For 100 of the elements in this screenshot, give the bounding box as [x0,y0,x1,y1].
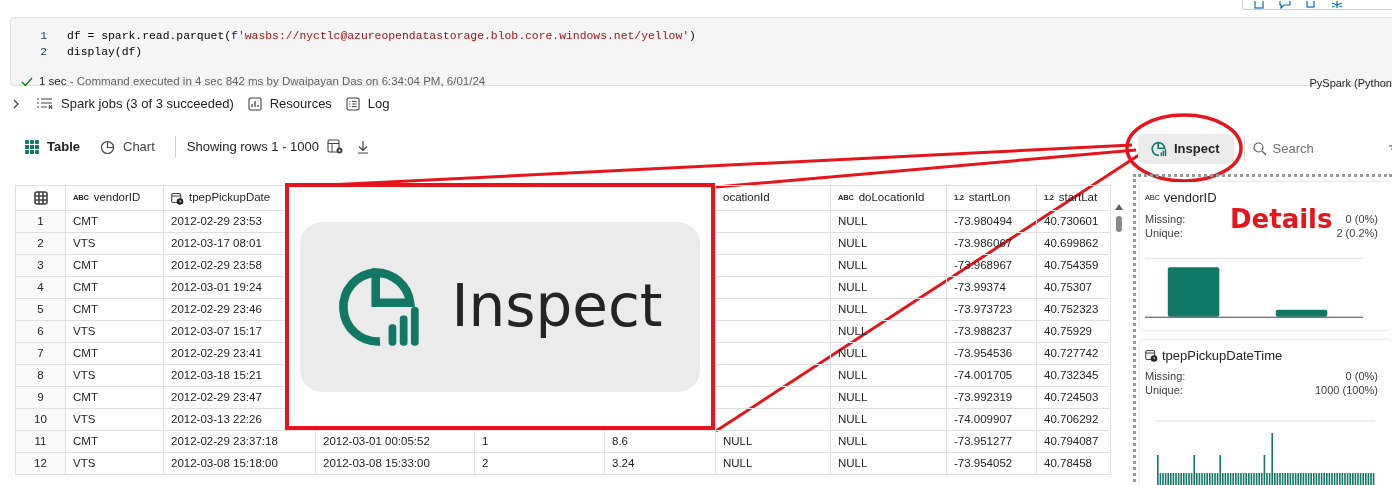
table-cell: CMT [73,258,98,271]
table-cell: 40.754359 [1044,258,1099,271]
stat-value: 1000 (100%) [1315,383,1378,397]
row-number: 10 [34,412,47,425]
table-cell: CMT [73,214,98,227]
table-cell: 8.6 [612,434,628,447]
row-number: 7 [37,346,44,359]
column-header[interactable]: doLocationId [858,189,925,207]
table-cell: 2012-03-01 19:24 [171,280,262,293]
bar-chart-icon [247,97,262,111]
table-cell: 2012-02-29 23:53 [171,214,262,227]
table-cell: NULL [723,456,753,469]
table-cell: NULL [838,412,868,425]
view-tab[interactable]: Table [25,137,80,157]
row-number: 1 [37,214,44,227]
inspect-button[interactable]: Inspect [1138,134,1234,164]
table-cell: NULL [838,302,868,315]
scrollbar-thumb[interactable] [1116,216,1122,232]
column-header[interactable]: vendorID [93,189,141,207]
search-field[interactable]: Search [1272,139,1383,159]
table-cell: 40.794087 [1044,434,1099,447]
table-cell: VTS [73,236,96,249]
table-cell: NULL [838,214,868,227]
view-tab[interactable]: Chart [100,137,155,157]
table-cell: -74.001705 [954,368,1013,381]
stat-label: Missing: [1145,211,1186,226]
table-cell: 40.75307 [1044,280,1092,293]
table-cell: 40.732345 [1044,368,1099,381]
table-cell: 2012-03-08 15:18:00 [171,456,278,469]
table-cell: VTS [73,368,96,381]
table-cell: 2012-03-08 15:33:00 [323,456,430,469]
table-cell: 2012-02-29 23:46 [171,302,262,315]
row-number: 3 [37,258,44,271]
row-number: 9 [37,390,44,403]
scroll-up-icon [1114,203,1124,211]
table-cell: 2012-03-07 15:17 [171,324,262,337]
line-number: 2 [39,45,47,61]
stat-value: 0 (0%) [1345,211,1378,226]
output-link[interactable]: Spark jobs (3 of 3 succeeded) [36,94,234,114]
table-cell: 40.724503 [1044,390,1099,403]
table-cell: NULL [723,434,753,447]
table-cell: 2012-03-18 15:21 [171,368,262,381]
chart-bar [1275,309,1328,317]
row-number: 4 [37,280,44,293]
table-cell: -73.954536 [954,346,1013,359]
table-cell: CMT [73,390,98,403]
table-cell: -73.99374 [954,280,1006,293]
stat-label: Unique: [1145,225,1183,240]
table-cell: 40.699862 [1044,236,1099,249]
table-cell: 2012-03-17 08:01 [171,236,262,249]
table-cell: 40.730601 [1044,214,1099,227]
task-list-icon [36,97,53,111]
table-cell: 2012-03-13 22:26 [171,412,262,425]
table-cell: 40.75929 [1044,324,1092,337]
table-settings-icon[interactable] [327,139,345,155]
table-cell: 1 [482,434,489,447]
table-cell: 3.24 [612,456,635,469]
speech-bubble-icon [1279,1,1291,9]
stat-value: 2 (0.2%) [1336,225,1378,240]
table-cell: NULL [838,324,868,337]
code-line: display(df) [67,45,143,61]
table-cell: NULL [838,456,868,469]
row-range-text: Showing rows 1 - 1000 [186,138,320,157]
calendar-clock-icon [171,191,184,205]
table-cell: NULL [838,434,868,447]
table-cell: VTS [73,324,96,337]
code-line: df = spark.read.parquet(f'wasbs://nyctlc@azureopendatastorage.blob.core.windows.net/yellow') [67,29,696,45]
asterisk-icon [1331,1,1343,9]
table-cell: 40.706292 [1044,412,1099,425]
table-cell: -73.954052 [954,456,1013,469]
table-cell: 40.78458 [1044,456,1092,469]
row-number: 11 [34,434,47,447]
status-text: 1 sec - Command executed in 4 sec 842 ms by Dwaipayan Das on 6:34:04 PM, 6/01/24 [39,74,486,89]
table-cell: 40.752323 [1044,302,1099,315]
annotation-text: Details [1230,204,1333,234]
pie-chart-icon [1151,141,1167,157]
list-icon [345,97,360,111]
table-cell: 40.727742 [1044,346,1099,359]
table-cell: 2012-02-29 23:41 [171,346,262,359]
download-icon[interactable] [357,140,370,154]
line-number: 1 [39,29,47,45]
table-cell: NULL [838,368,868,381]
table-cell: 2012-02-29 23:47 [171,390,262,403]
column-header[interactable]: startLon [968,189,1011,207]
calendar-clock-icon [1145,348,1158,362]
table-cell: NULL [838,390,868,403]
table-cell: CMT [73,280,98,293]
output-link[interactable]: Log [345,94,390,114]
table-cell: 2012-02-29 23:37:18 [171,434,278,447]
output-link[interactable]: Resources [247,94,332,114]
row-number: 6 [37,324,44,337]
row-number: 8 [37,368,44,381]
table-icon [33,191,48,206]
column-name: tpepPickupDateTime [1162,346,1283,365]
stat-value: 0 (0%) [1345,369,1378,383]
row-number: 12 [34,456,47,469]
language-label: PySpark (Python [1309,76,1392,91]
chart-bar [1167,266,1220,317]
table-cell: 2 [482,456,489,469]
copy-icon [1305,1,1317,9]
